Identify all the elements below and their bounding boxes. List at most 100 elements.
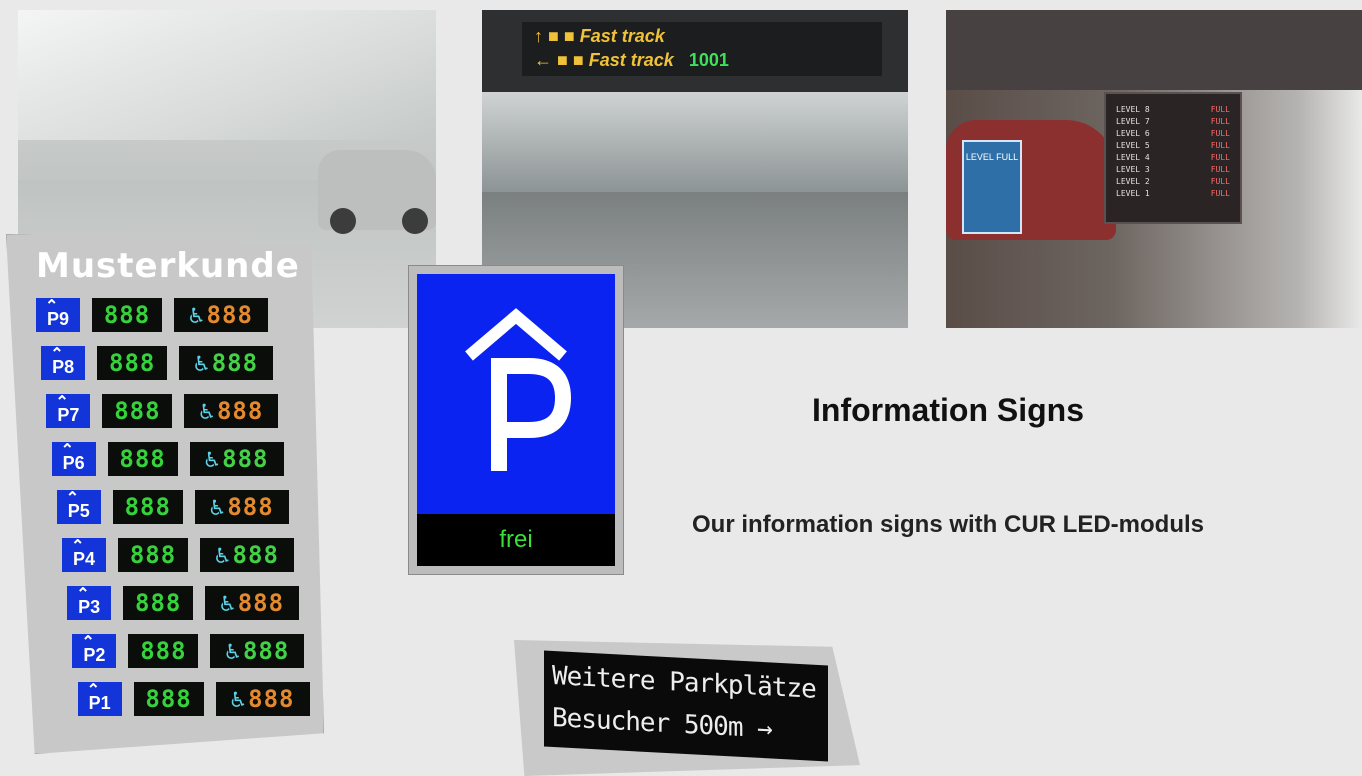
panel-row: ⌃ P8 888 ♿ 888 [41, 346, 281, 382]
roof-icon: ⌃ [55, 394, 69, 411]
free-spaces-display: 888 [97, 346, 168, 380]
level-full-sign: LEVEL FULL [962, 140, 1022, 234]
board-level-label: LEVEL 3 [1116, 165, 1150, 174]
wheel-icon [330, 208, 356, 234]
parking-sign: frei [408, 265, 624, 575]
panel-row: ⌃ P6 888 ♿ 888 [51, 442, 292, 478]
parking-level-badge: ⌃ P4 [62, 538, 106, 572]
wheelchair-icon: ♿ [225, 637, 241, 665]
parking-status: frei [417, 514, 615, 566]
board-level-label: LEVEL 1 [1116, 189, 1150, 198]
board-row: LEVEL 6 FULL [1106, 128, 1240, 140]
board-status-label: FULL [1210, 189, 1230, 198]
panel-row: ⌃ P1 888 ♿ 888 [77, 682, 318, 718]
free-spaces-display: 888 [102, 394, 173, 428]
accessible-spaces-display: ♿ 888 [189, 442, 284, 476]
fast-track-sign: ↑ ■ ■ Fast track ← ■ ■ Fast track 1001 [522, 22, 882, 76]
board-status-label: FULL [1210, 129, 1230, 138]
accessible-spaces-value: 888 [216, 397, 264, 425]
page-heading: Information Signs [812, 392, 1084, 428]
photo-ceiling [18, 10, 436, 140]
accessible-spaces-display: ♿ 888 [210, 634, 305, 668]
sign-line-1: ↑ ■ ■ Fast track [534, 26, 665, 46]
parking-sign-face [417, 274, 615, 514]
wheelchair-icon: ♿ [209, 493, 226, 521]
level-status-board: LEVEL 8 FULL LEVEL 7 FULL LEVEL 6 FULL LEVEL 5… [1104, 92, 1242, 224]
accessible-spaces-value: 888 [242, 637, 290, 665]
photo-dark-top [946, 10, 1362, 90]
accessible-spaces-value: 888 [206, 301, 253, 329]
led-screen: Weitere Parkplätze Besucher 500m → [544, 650, 828, 762]
board-row: LEVEL 4 FULL [1106, 152, 1240, 164]
free-spaces-display: 888 [128, 634, 199, 668]
sign-line-2: ← ■ ■ Fast track 1001 [534, 50, 729, 70]
accessible-spaces-value: 888 [211, 349, 259, 377]
accessible-spaces-display: ♿ 888 [194, 490, 289, 524]
level-full-text: LEVEL FULL [965, 152, 1019, 162]
musterkunde-led-panel: Musterkunde ⌃ P9 888 ♿ 888 ⌃ P8 888 ♿ 888 ⌃ P7 888 ♿ 8… [6, 234, 324, 754]
accessible-spaces-display: ♿ 888 [179, 346, 274, 380]
board-row: LEVEL 1 FULL [1106, 188, 1240, 200]
sign-line-2-text: Fast track [588, 50, 674, 70]
roof-icon: ⌃ [76, 586, 90, 603]
garage-photo-right: LEVEL FULL LEVEL 8 FULL LEVEL 7 FULL LEVEL 6… [946, 10, 1362, 328]
wheelchair-icon: ♿ [230, 685, 247, 713]
accessible-spaces-value: 888 [232, 541, 279, 569]
roof-icon: ⌃ [60, 442, 74, 459]
accessible-spaces-value: 888 [248, 685, 295, 713]
roof-icon: ⌃ [50, 346, 64, 363]
accessible-spaces-display: ♿ 888 [184, 394, 279, 428]
sign-counter: 1001 [688, 50, 729, 70]
parking-level-badge: ⌃ P9 [36, 298, 80, 332]
free-spaces-display: 888 [107, 442, 178, 476]
board-level-label: LEVEL 6 [1116, 129, 1150, 138]
panel-row: ⌃ P3 888 ♿ 888 [67, 586, 307, 622]
parking-level-badge: ⌃ P2 [72, 634, 117, 668]
accessible-spaces-value: 888 [237, 589, 285, 617]
parking-p-icon [465, 308, 572, 471]
panel-row: ⌃ P5 888 ♿ 888 [56, 490, 297, 526]
free-spaces-display: 888 [123, 586, 194, 620]
roof-icon: ⌃ [45, 298, 59, 315]
wheelchair-icon: ♿ [199, 397, 215, 425]
board-status-label: FULL [1210, 165, 1230, 174]
panel-title: Musterkunde [36, 246, 300, 286]
board-status-label: FULL [1210, 117, 1230, 126]
board-status-label: FULL [1210, 177, 1230, 186]
accessible-spaces-display: ♿ 888 [205, 586, 300, 620]
roof-icon: ⌃ [86, 682, 100, 699]
wheel-icon [402, 208, 428, 234]
board-level-label: LEVEL 2 [1116, 177, 1150, 186]
board-row: LEVEL 3 FULL [1106, 164, 1240, 176]
parking-level-badge: ⌃ P8 [41, 346, 86, 380]
accessible-spaces-value: 888 [227, 493, 274, 521]
roof-icon: ⌃ [71, 538, 85, 555]
wheelchair-icon: ♿ [194, 349, 210, 377]
board-level-label: LEVEL 8 [1116, 105, 1150, 114]
parking-level-badge: ⌃ P7 [46, 394, 91, 428]
free-spaces-display: 888 [118, 538, 188, 572]
board-status-label: FULL [1210, 105, 1230, 114]
sign-line-1-text: Fast track [579, 26, 665, 46]
parking-level-badge: ⌃ P1 [77, 682, 122, 716]
wheelchair-icon: ♿ [220, 589, 236, 617]
panel-row: ⌃ P7 888 ♿ 888 [46, 394, 286, 430]
wheelchair-icon: ♿ [189, 301, 205, 329]
roof-icon: ⌃ [65, 490, 80, 507]
led-text-sign: Weitere Parkplätze Besucher 500m → [514, 640, 860, 776]
accessible-spaces-display: ♿ 888 [174, 298, 268, 332]
board-status-label: FULL [1210, 153, 1230, 162]
board-row: LEVEL 8 FULL [1106, 104, 1240, 116]
free-spaces-display: 888 [92, 298, 162, 332]
free-spaces-display: 888 [133, 682, 204, 716]
board-row: LEVEL 7 FULL [1106, 116, 1240, 128]
board-level-label: LEVEL 4 [1116, 153, 1150, 162]
panel-row: ⌃ P4 888 ♿ 888 [62, 538, 302, 574]
board-status-label: FULL [1210, 141, 1230, 150]
wheelchair-icon: ♿ [204, 445, 221, 473]
panel-row: ⌃ P2 888 ♿ 888 [72, 634, 312, 670]
accessible-spaces-value: 888 [222, 445, 269, 473]
page-description: Our information signs with CUR LED-modul… [692, 511, 1204, 538]
parking-level-badge: ⌃ P3 [67, 586, 112, 620]
board-row: LEVEL 2 FULL [1106, 176, 1240, 188]
